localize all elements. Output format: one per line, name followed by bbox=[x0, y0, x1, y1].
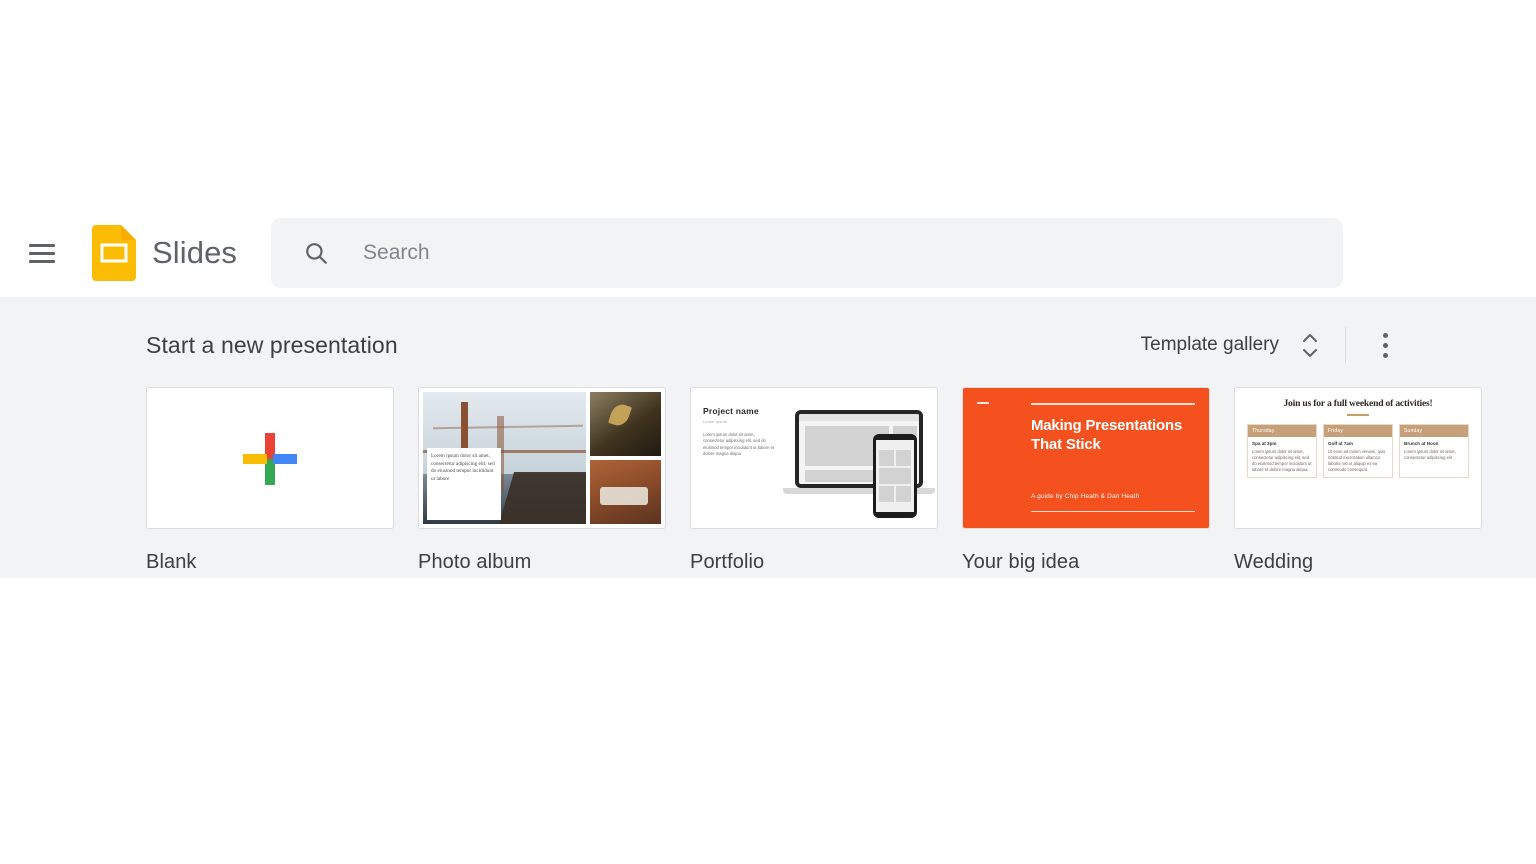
content-block bbox=[896, 486, 911, 502]
main-menu-icon[interactable] bbox=[18, 229, 66, 277]
kebab-dot bbox=[1382, 352, 1388, 358]
template-thumbnail[interactable]: Lorem ipsum dolor sit amet, consectetur … bbox=[418, 387, 666, 529]
slide-body-text: Lorem ipsum dolor sit amet, consectetur … bbox=[703, 432, 774, 457]
phone-mockup bbox=[873, 434, 917, 518]
template-card-photo-album[interactable]: Lorem ipsum dolor sit amet, consectetur … bbox=[418, 387, 666, 578]
column-day-header: Thursday bbox=[1248, 424, 1316, 437]
screen: Slides Start a new presentation Temp bbox=[0, 0, 1536, 864]
plus-segment-blue bbox=[273, 454, 297, 464]
template-card-label: Wedding bbox=[1234, 551, 1314, 573]
plus-icon bbox=[241, 429, 299, 487]
bottom-rule bbox=[1031, 510, 1195, 512]
column-body: Brunch at Noon Lorem ipsum dolor sit ame… bbox=[1400, 437, 1468, 465]
event-title: Spa at 3pm bbox=[1252, 440, 1277, 446]
ornament-divider bbox=[1347, 414, 1369, 416]
template-card-portfolio[interactable]: Project name Lorem ipsum Lorem ipsum dol… bbox=[690, 387, 938, 578]
template-card-label: Blank bbox=[146, 551, 197, 573]
table-photo bbox=[590, 460, 661, 524]
portfolio-slide-preview: Project name Lorem ipsum Lorem ipsum dol… bbox=[691, 388, 937, 528]
event-text: Lorem ipsum dolor sit amet, consectetur … bbox=[1404, 448, 1456, 460]
brand-home-link[interactable]: Slides bbox=[92, 225, 237, 281]
toolbar-divider bbox=[1345, 327, 1346, 363]
photo-caption-text: Lorem ipsum dolor sit amet, consectetur … bbox=[427, 448, 501, 520]
hamburger-bar bbox=[29, 243, 55, 247]
template-card-label: Portfolio bbox=[690, 551, 765, 573]
template-card-label: Photo album bbox=[418, 551, 532, 573]
template-card-label: Your big idea by Made to Stick bbox=[962, 547, 1210, 578]
search-bar[interactable] bbox=[271, 218, 1344, 288]
event-title: Golf at 7am bbox=[1328, 440, 1354, 446]
template-card-label-main: Your big idea bbox=[962, 551, 1080, 573]
schedule-columns: Thursday Spa at 3pm Lorem ipsum dolor si… bbox=[1247, 423, 1469, 478]
slide-title: Making Presentations That Stick bbox=[1031, 417, 1183, 453]
google-slides-logo-icon bbox=[92, 225, 136, 281]
event-text: Lorem ipsum dolor sit amet, consectetur … bbox=[1252, 448, 1312, 472]
plus-segment-yellow bbox=[243, 454, 267, 464]
kebab-dot bbox=[1382, 332, 1388, 338]
template-thumbnail[interactable] bbox=[146, 387, 394, 529]
template-thumbnail[interactable]: Making Presentations That Stick A guide … bbox=[962, 387, 1210, 529]
kebab-dot bbox=[1382, 342, 1388, 348]
top-rule bbox=[1031, 403, 1195, 405]
event-text: Ut enim ad minim veniam, quis nostrud ex… bbox=[1328, 448, 1386, 472]
cliff-shape bbox=[497, 472, 586, 524]
leaf-photo bbox=[590, 392, 661, 456]
brand-name: Slides bbox=[152, 235, 238, 270]
template-thumbnail[interactable]: Project name Lorem ipsum Lorem ipsum dol… bbox=[690, 387, 938, 529]
search-input[interactable] bbox=[361, 232, 1266, 274]
slide-subtitle: Lorem ipsum bbox=[703, 420, 728, 424]
accent-dash bbox=[977, 402, 989, 404]
browser-viewport: Slides Start a new presentation Temp bbox=[0, 209, 1536, 578]
side-photo-stack bbox=[590, 392, 661, 524]
event-title: Brunch at Noon bbox=[1404, 440, 1439, 446]
chevron-up-down-icon[interactable] bbox=[1295, 328, 1325, 362]
hamburger-bar bbox=[29, 251, 55, 255]
phone-screen bbox=[876, 440, 914, 512]
column-body: Spa at 3pm Lorem ipsum dolor sit amet, c… bbox=[1248, 437, 1316, 477]
schedule-column: Friday Golf at 7am Ut enim ad minim veni… bbox=[1323, 423, 1393, 478]
content-block bbox=[879, 450, 894, 466]
template-card-wedding[interactable]: Join us for a full weekend of activities… bbox=[1234, 387, 1482, 578]
column-day-header: Sunday bbox=[1400, 424, 1468, 437]
toolbar-actions: Template gallery bbox=[1141, 325, 1402, 365]
column-day-header: Friday bbox=[1324, 424, 1392, 437]
template-card-label-sub: by Made to Stick bbox=[962, 577, 1210, 578]
browser-chrome-bar bbox=[799, 414, 919, 421]
section-toolbar: Start a new presentation Template galler… bbox=[146, 297, 1402, 387]
template-thumbnail[interactable]: Join us for a full weekend of activities… bbox=[1234, 387, 1482, 529]
content-block bbox=[896, 450, 911, 466]
template-card-your-big-idea[interactable]: Making Presentations That Stick A guide … bbox=[962, 387, 1210, 578]
app-header: Slides bbox=[0, 209, 1536, 297]
wedding-slide-preview: Join us for a full weekend of activities… bbox=[1235, 388, 1481, 528]
template-gallery-link[interactable]: Template gallery bbox=[1141, 334, 1279, 356]
schedule-column: Sunday Brunch at Noon Lorem ipsum dolor … bbox=[1399, 423, 1469, 478]
start-new-presentation-section: Start a new presentation Template galler… bbox=[0, 297, 1536, 578]
more-options-icon[interactable] bbox=[1368, 325, 1402, 365]
search-icon bbox=[303, 240, 329, 266]
slide-title: Project name bbox=[703, 406, 759, 416]
content-block bbox=[879, 468, 911, 484]
schedule-column: Thursday Spa at 3pm Lorem ipsum dolor si… bbox=[1247, 423, 1317, 478]
content-block bbox=[879, 486, 894, 502]
bridge-photo: Lorem ipsum dolor sit amet, consectetur … bbox=[423, 392, 586, 524]
photo-album-slide-preview: Lorem ipsum dolor sit amet, consectetur … bbox=[419, 388, 665, 528]
section-title: Start a new presentation bbox=[146, 331, 398, 358]
slide-title: Join us for a full weekend of activities… bbox=[1283, 398, 1433, 409]
slide-byline: A guide by Chip Heath & Dan Heath bbox=[1031, 493, 1140, 500]
column-body: Golf at 7am Ut enim ad minim veniam, qui… bbox=[1324, 437, 1392, 477]
template-card-blank[interactable]: Blank bbox=[146, 387, 394, 578]
hamburger-bar bbox=[29, 259, 55, 263]
big-idea-slide-preview: Making Presentations That Stick A guide … bbox=[963, 388, 1209, 528]
template-card-list: Blank Lorem ipsum dolor sit amet, consec… bbox=[146, 387, 1482, 578]
